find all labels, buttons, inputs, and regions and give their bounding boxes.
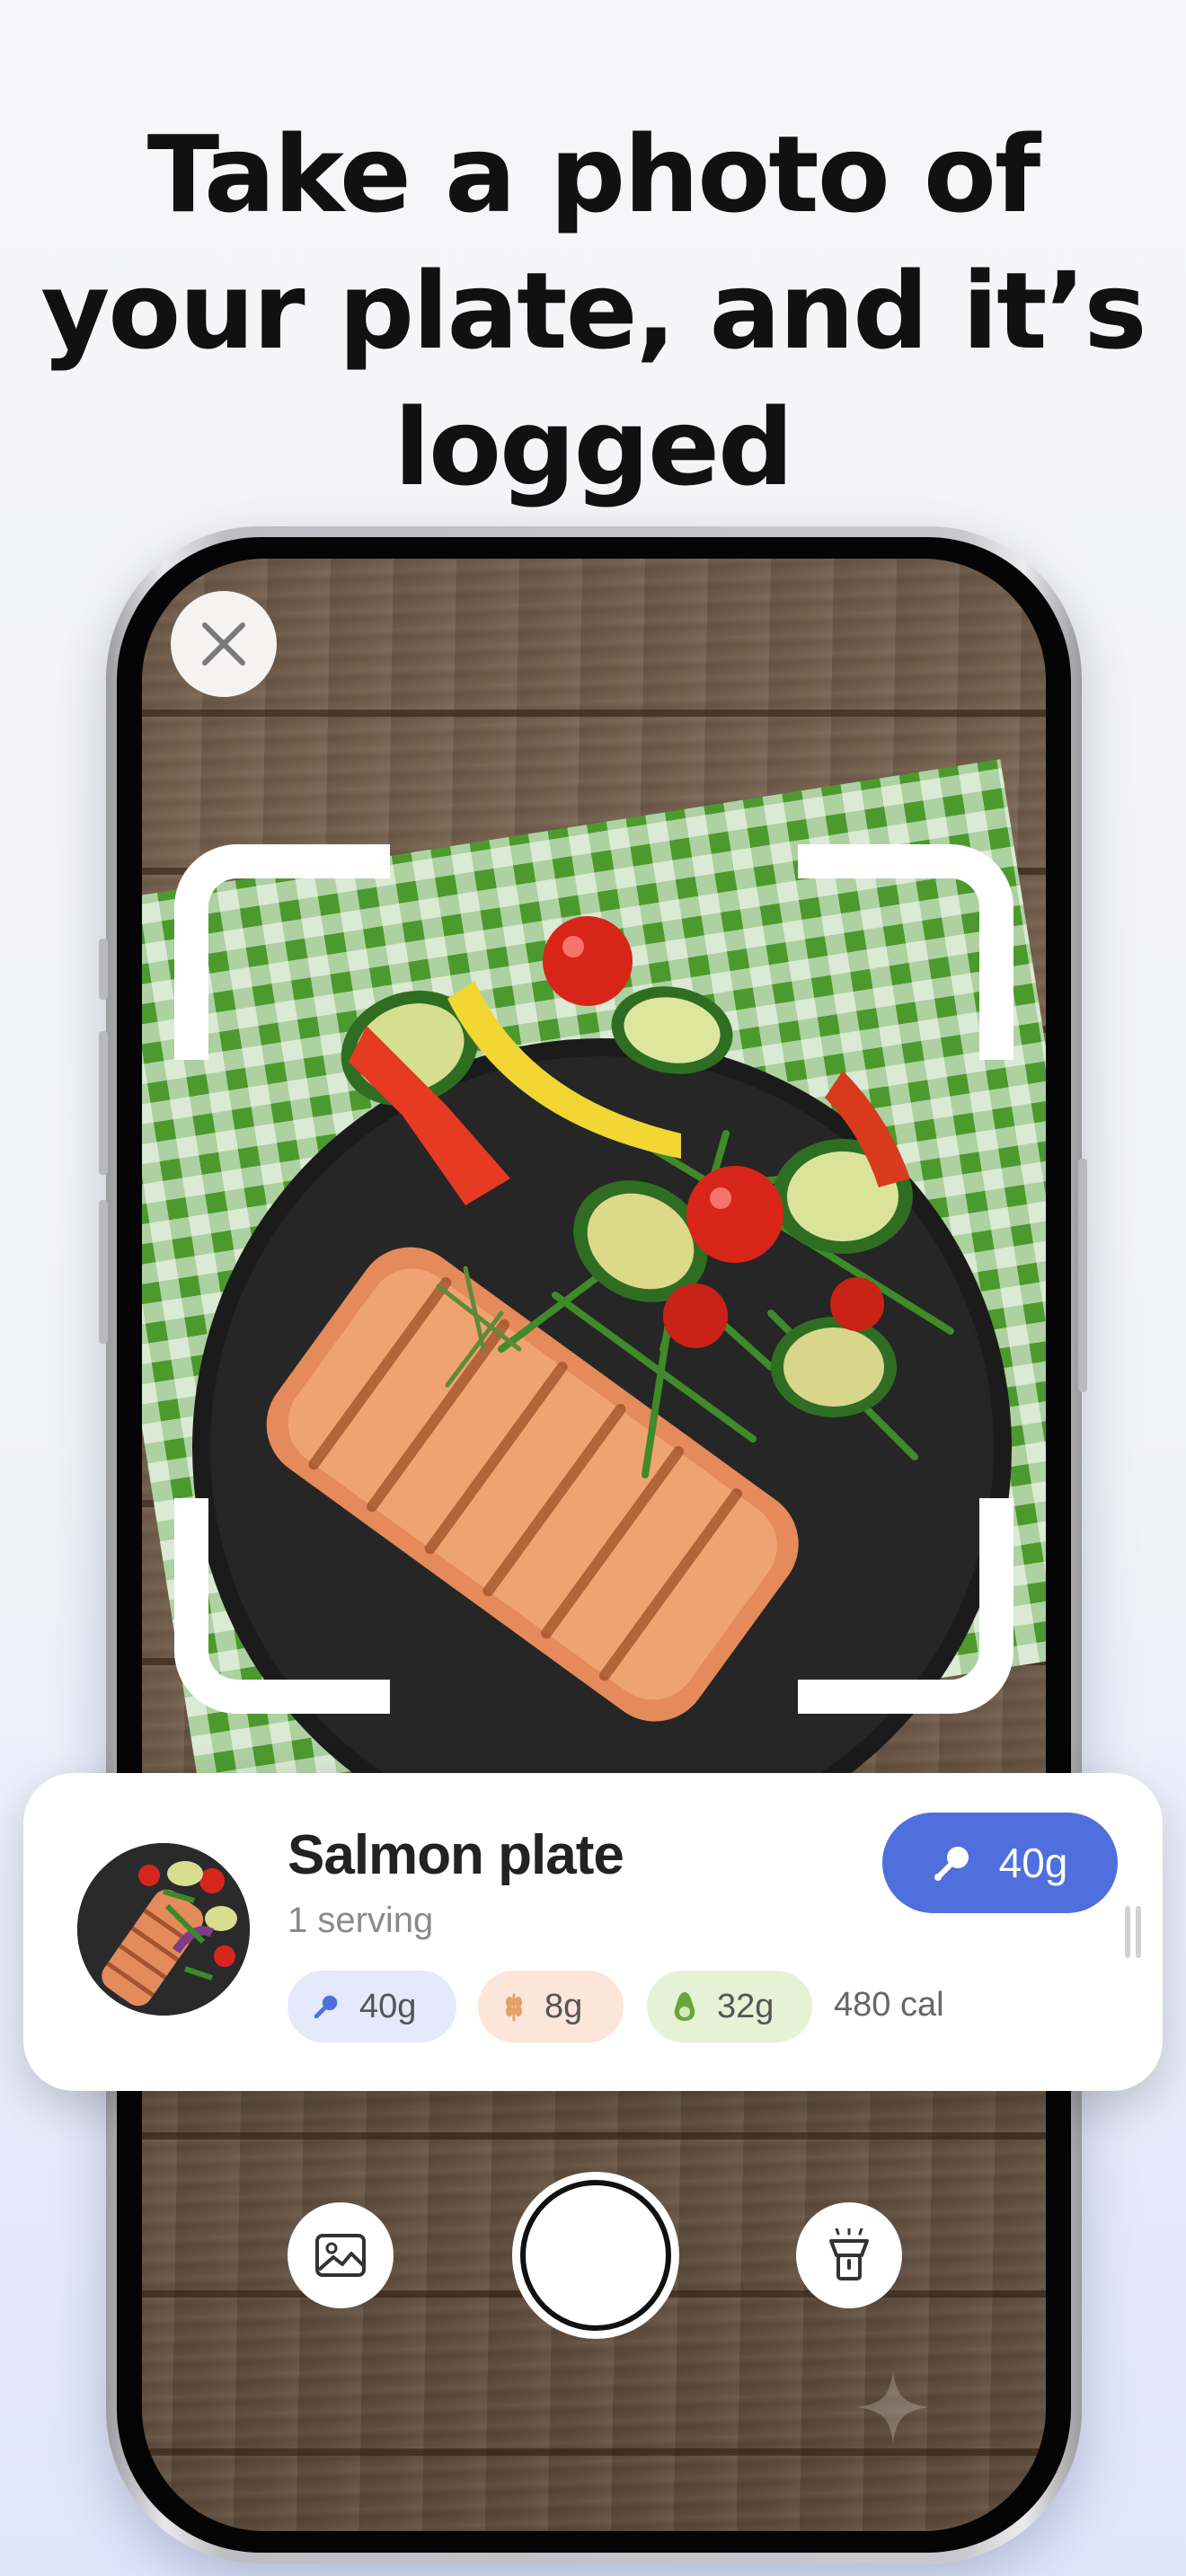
gallery-button[interactable] — [288, 2202, 394, 2308]
meal-result-card[interactable]: Salmon plate 1 serving 40g 40g 8g 32g 48… — [23, 1773, 1163, 2091]
protein-chip: 40g — [288, 1971, 456, 2042]
carbs-chip: 8g — [478, 1971, 624, 2042]
flashlight-icon — [829, 2228, 869, 2280]
carbs-value: 8g — [544, 1987, 583, 2025]
protein-icon — [314, 1995, 338, 2019]
close-icon — [202, 622, 245, 666]
fat-chip: 32g — [647, 1971, 812, 2042]
sparkle-icon — [857, 2371, 929, 2443]
phone-action-button — [99, 939, 108, 1000]
fat-value: 32g — [717, 1987, 774, 2025]
protein-button-value: 40g — [998, 1839, 1068, 1886]
scan-frame-corner-bottom-right — [798, 1498, 1013, 1714]
headline-line-3: logged — [394, 385, 794, 509]
headline: Take a photo of your plate, and it’s log… — [0, 106, 1186, 516]
card-drag-handle[interactable] — [1121, 1906, 1145, 1958]
meal-name: Salmon plate — [288, 1824, 624, 1886]
protein-value: 40g — [359, 1987, 417, 2025]
headline-line-1: Take a photo of — [146, 112, 1041, 236]
phone-power-button — [1078, 1159, 1087, 1392]
camera-screen — [142, 559, 1046, 2531]
avocado-icon — [674, 1992, 695, 2021]
meal-serving: 1 serving — [288, 1901, 434, 1940]
headline-line-2: your plate, and it’s — [40, 249, 1146, 373]
protein-button[interactable]: 40g — [882, 1813, 1118, 1913]
close-button[interactable] — [171, 591, 277, 697]
calories-value: 480 cal — [834, 1986, 944, 2024]
protein-icon — [934, 1847, 969, 1881]
flashlight-button[interactable] — [796, 2202, 902, 2308]
wheat-icon — [506, 1993, 522, 2022]
phone-volume-down-button — [99, 1200, 108, 1344]
gallery-icon — [315, 2234, 366, 2277]
scan-frame-corner-bottom-left — [174, 1498, 390, 1714]
phone-volume-up-button — [99, 1031, 108, 1175]
scan-frame-corner-top-right — [798, 844, 1013, 1060]
shutter-ring — [520, 2180, 671, 2331]
scan-frame-corner-top-left — [174, 844, 390, 1060]
meal-thumbnail — [77, 1843, 250, 2016]
shutter-button[interactable] — [512, 2172, 679, 2339]
